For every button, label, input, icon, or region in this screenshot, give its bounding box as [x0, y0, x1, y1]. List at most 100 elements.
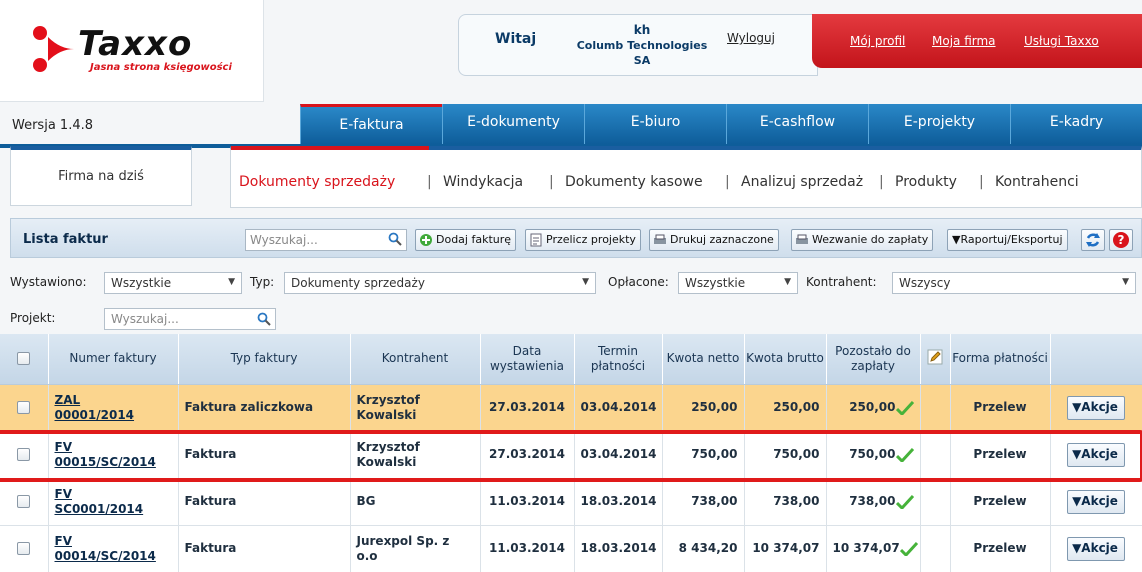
my-company-link[interactable]: Moja firma [932, 34, 996, 48]
col-contractor[interactable]: Kontrahent [350, 334, 481, 385]
col-edit [920, 334, 951, 385]
paid-label: Opłacone: [608, 275, 669, 289]
table-row[interactable]: FV 00014/SC/2014 Faktura Jurexpol Sp. z o.o 1… [0, 525, 1142, 572]
tab-e-faktura[interactable]: E-faktura [300, 104, 442, 144]
col-payment-form[interactable]: Forma płatności [950, 334, 1051, 385]
subnav-cash-documents[interactable]: Dokumenty kasowe [565, 174, 703, 190]
separator: | [879, 174, 884, 190]
invoice-number-link[interactable]: ZAL 00001/2014 [55, 393, 135, 422]
paid-select[interactable]: Wszystkie ▼ [678, 272, 798, 294]
invoice-type: Faktura zaliczkowa [178, 384, 351, 432]
row-checkbox-cell[interactable] [0, 431, 49, 479]
list-title: Lista faktur [23, 232, 108, 247]
edit-cell [920, 384, 951, 432]
payment-form: Przelew [950, 431, 1051, 479]
col-invoice-number[interactable]: Numer faktury [48, 334, 179, 385]
contractor-select[interactable]: Wszyscy ▼ [892, 272, 1136, 294]
col-due-date[interactable]: Termin płatności [574, 334, 663, 385]
row-checkbox[interactable] [17, 542, 31, 555]
project-label: Projekt: [10, 311, 56, 325]
payment-form: Przelew [950, 384, 1051, 432]
due-date: 03.04.2014 [574, 384, 663, 432]
tab-e-dokumenty[interactable]: E-dokumenty [442, 104, 584, 144]
contractor: BG [350, 478, 481, 526]
invoice-search-input[interactable]: Wyszukaj... [245, 229, 407, 251]
actions-dropdown-button[interactable]: ▼Akcje [1067, 489, 1125, 514]
col-gross-amount[interactable]: Kwota brutto [744, 334, 827, 385]
net-amount: 750,00 [662, 431, 745, 479]
col-issue-date[interactable]: Data wystawienia [480, 334, 575, 385]
col-invoice-type[interactable]: Typ faktury [178, 334, 351, 385]
check-icon [895, 400, 914, 415]
today-button[interactable]: Firma na dziś [10, 146, 192, 206]
due-date: 03.04.2014 [574, 431, 663, 479]
app-version: Wersja 1.4.8 [12, 118, 93, 133]
net-amount: 738,00 [662, 478, 745, 526]
check-icon [895, 494, 914, 509]
check-icon [899, 541, 918, 556]
user-company: Columb Technologies SA [576, 39, 708, 67]
print-selected-button[interactable]: Drukuj zaznaczone [649, 229, 779, 251]
row-checkbox[interactable] [17, 448, 31, 461]
chevron-down-icon: ▼ [784, 277, 791, 287]
invoice-number[interactable]: ZAL 00001/2014 [48, 384, 179, 432]
table-header-row: Numer faktury Typ faktury Kontrahent Dat… [0, 334, 1142, 385]
dropdown-arrow-icon: ▼ [1072, 446, 1082, 461]
edit-cell [920, 525, 951, 572]
subnav-sales-documents[interactable]: Dokumenty sprzedaży [239, 174, 395, 190]
recalculate-projects-button[interactable]: Przelicz projekty [525, 229, 641, 251]
top-links-bar: Mój profil Moja firma Usługi Taxxo [812, 14, 1142, 68]
subnav-debt-collection[interactable]: Windykacja [443, 174, 523, 190]
tab-e-cashflow[interactable]: E-cashflow [726, 104, 868, 144]
issued-label: Wystawiono: [10, 275, 87, 289]
pencil-icon [927, 349, 943, 365]
user-info: kh Columb Technologies SA [567, 23, 717, 68]
col-remaining[interactable]: Pozostało do zapłaty [826, 334, 921, 385]
actions-cell: ▼Akcje [1050, 431, 1142, 479]
row-checkbox-cell[interactable] [0, 384, 49, 432]
tab-e-projekty[interactable]: E-projekty [868, 104, 1010, 144]
report-export-button[interactable]: ▼Raportuj/Eksportuj [947, 229, 1068, 251]
gross-amount: 250,00 [744, 384, 827, 432]
row-checkbox-cell[interactable] [0, 478, 49, 526]
dropdown-arrow-icon: ▼ [1072, 540, 1082, 555]
payment-form: Przelew [950, 478, 1051, 526]
help-button[interactable]: ? [1109, 229, 1133, 251]
tab-e-kadry[interactable]: E-kadry [1010, 104, 1142, 144]
project-search-input[interactable]: Wyszukaj... [104, 308, 276, 330]
invoice-number[interactable]: FV 00015/SC/2014 [48, 431, 179, 479]
subnav-products[interactable]: Produkty [895, 174, 957, 190]
invoice-number[interactable]: FV SC0001/2014 [48, 478, 179, 526]
issue-date: 27.03.2014 [480, 431, 575, 479]
actions-dropdown-button[interactable]: ▼Akcje [1067, 442, 1125, 467]
logout-link[interactable]: Wyloguj [727, 31, 775, 45]
type-select[interactable]: Dokumenty sprzedaży ▼ [284, 272, 596, 294]
contractor: Krzysztof Kowalski [350, 384, 481, 432]
actions-dropdown-button[interactable]: ▼Akcje [1067, 395, 1125, 420]
invoice-list-toolbar: Lista faktur Wyszukaj... Dodaj fakturę P… [10, 218, 1142, 258]
table-row[interactable]: FV 00015/SC/2014 Faktura Krzysztof Kowalski 2… [0, 431, 1142, 479]
invoice-number-link[interactable]: FV 00015/SC/2014 [55, 440, 156, 469]
add-invoice-button[interactable]: Dodaj fakturę [415, 229, 517, 251]
table-row[interactable]: ZAL 00001/2014 Faktura zaliczkowa Krzysztof… [0, 384, 1142, 432]
refresh-button[interactable] [1081, 229, 1105, 251]
row-checkbox[interactable] [17, 495, 31, 508]
row-checkbox-cell[interactable] [0, 525, 49, 572]
select-all-header[interactable] [0, 334, 49, 385]
tab-e-biuro[interactable]: E-biuro [584, 104, 726, 144]
subnav-contractors[interactable]: Kontrahenci [995, 174, 1079, 190]
payment-reminder-button[interactable]: Wezwanie do zapłaty [791, 229, 934, 251]
row-checkbox[interactable] [17, 401, 31, 414]
help-icon: ? [1113, 232, 1129, 248]
invoice-number-link[interactable]: FV SC0001/2014 [55, 487, 144, 516]
col-net-amount[interactable]: Kwota netto [662, 334, 745, 385]
table-row[interactable]: FV SC0001/2014 Faktura BG 11.03.2014 18.03.20… [0, 478, 1142, 526]
actions-dropdown-button[interactable]: ▼Akcje [1067, 536, 1125, 561]
issued-select[interactable]: Wszystkie ▼ [104, 272, 242, 294]
taxxo-services-link[interactable]: Usługi Taxxo [1024, 34, 1099, 48]
invoice-number-link[interactable]: FV 00014/SC/2014 [55, 534, 156, 563]
subnav-sales-analysis[interactable]: Analizuj sprzedaż [741, 174, 863, 190]
my-profile-link[interactable]: Mój profil [850, 34, 905, 48]
select-all-checkbox[interactable] [17, 352, 31, 366]
invoice-number[interactable]: FV 00014/SC/2014 [48, 525, 179, 572]
